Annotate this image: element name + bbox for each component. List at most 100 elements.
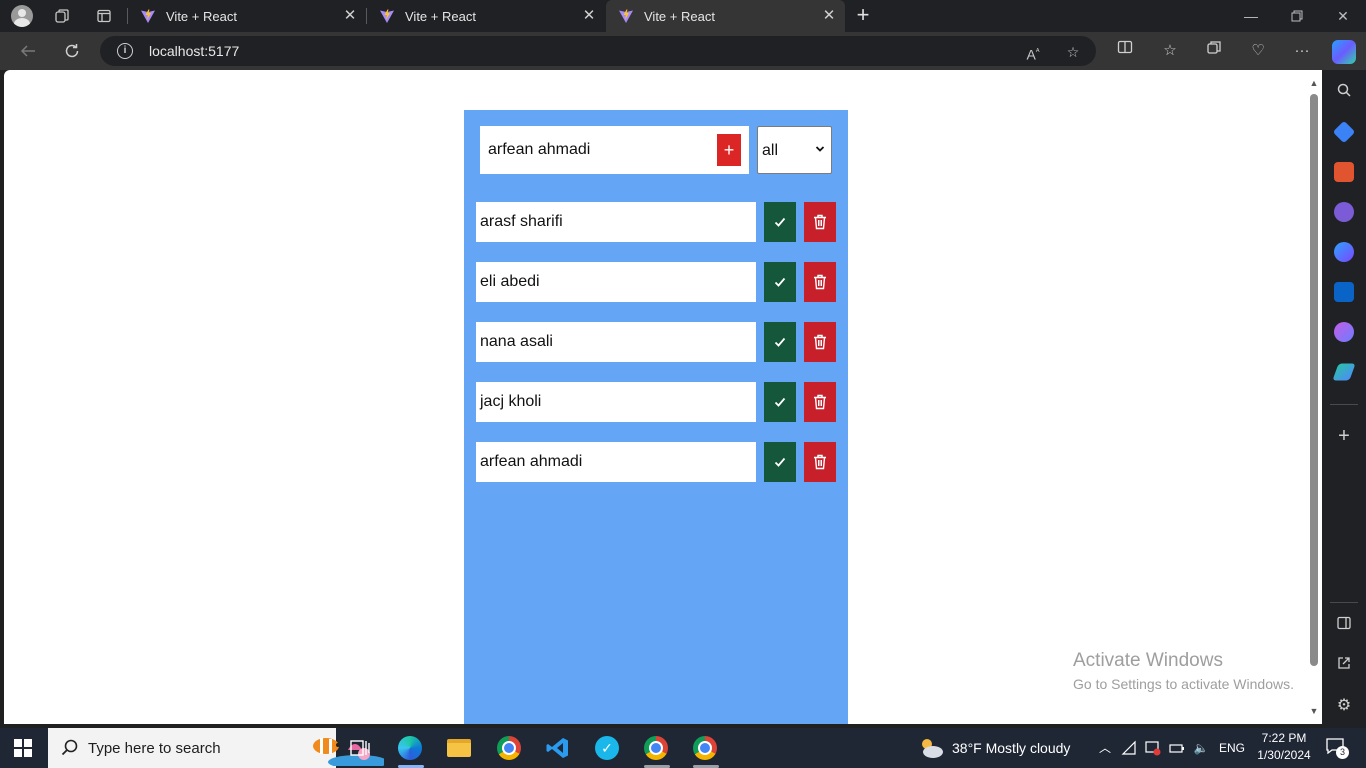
read-aloud-icon[interactable]: Aᴬ [1024,43,1042,63]
address-bar[interactable]: i localhost:5177 Aᴬ ☆ [100,36,1096,66]
delete-todo-button[interactable] [804,262,836,302]
check-icon [774,217,786,227]
vscode-icon[interactable] [544,734,572,762]
tools-icon[interactable] [1334,162,1354,182]
tab-actions-icon[interactable] [92,4,116,28]
file-explorer-icon[interactable] [445,734,473,762]
complete-todo-button[interactable] [764,382,796,422]
more-options-icon[interactable]: ··· [1290,39,1314,63]
open-external-icon[interactable] [1334,656,1354,676]
chrome-icon[interactable] [495,734,523,762]
chevron-down-icon [815,146,825,152]
todo-text: arfean ahmadi [476,442,756,482]
favorites-icon[interactable]: ☆ [1158,39,1182,63]
games-icon[interactable] [1334,202,1354,222]
delete-todo-button[interactable] [804,202,836,242]
close-window-button[interactable]: ✕ [1320,0,1366,32]
check-icon [774,457,786,467]
filter-selected-value: all [762,142,779,159]
todo-text: arasf sharifi [476,202,756,242]
battery-icon[interactable] [1169,740,1185,756]
show-hidden-icons-chevron-icon[interactable]: ︿ [1097,740,1113,756]
task-view-icon[interactable] [346,734,374,762]
new-tab-button[interactable]: + [851,4,875,28]
trash-icon [814,334,826,350]
split-screen-icon[interactable] [1113,39,1137,63]
back-button[interactable] [16,39,40,63]
designer-icon[interactable] [1334,322,1354,342]
scroll-thumb[interactable] [1310,94,1318,666]
delete-todo-button[interactable] [804,442,836,482]
drop-icon[interactable] [1332,363,1356,381]
volume-icon[interactable]: 🔈 [1193,740,1209,756]
security-warning-icon[interactable] [1145,740,1161,756]
clock[interactable]: 7:22 PM 1/30/2024 [1256,731,1312,762]
notification-center-icon[interactable]: 3 [1326,738,1349,759]
restore-button[interactable] [1274,0,1320,32]
notification-count-badge: 3 [1336,746,1349,759]
chrome-profile-2-icon[interactable] [691,734,719,762]
sidebar-search-icon[interactable] [1334,82,1354,102]
complete-todo-button[interactable] [764,442,796,482]
check-icon [774,397,786,407]
collections-icon[interactable] [1202,39,1226,63]
shopping-tag-icon[interactable] [1332,120,1356,144]
complete-todo-button[interactable] [764,262,796,302]
microsoft365-icon[interactable] [1334,242,1354,262]
scroll-down-arrow-icon[interactable]: ▼ [1309,706,1319,716]
copilot-icon[interactable] [1332,40,1356,64]
clock-date: 1/30/2024 [1257,748,1311,762]
browser-essentials-icon[interactable]: ♡ [1246,39,1270,63]
browser-tab-active[interactable]: Vite + React ✕ [606,0,845,32]
settings-gear-icon[interactable]: ⚙ [1334,696,1354,716]
weather-text[interactable]: 38°F Mostly cloudy [952,740,1070,756]
url-text[interactable]: localhost:5177 [149,43,239,59]
profile-avatar-icon[interactable] [10,4,34,28]
filter-select[interactable]: all [757,126,832,174]
chrome-profile-icon[interactable] [642,734,670,762]
network-icon[interactable] [1121,740,1137,756]
weather-cloud-icon[interactable] [917,734,945,762]
page-scrollbar[interactable]: ▲ ▼ [1306,70,1322,724]
todo-item: eli abedi [476,262,836,302]
close-tab-icon[interactable]: ✕ [821,8,837,24]
workspaces-icon[interactable] [50,4,74,28]
add-sidebar-app-icon[interactable]: + [1334,426,1354,446]
outlook-icon[interactable] [1334,282,1354,302]
vite-logo-icon [141,9,155,23]
language-indicator[interactable]: ENG [1219,741,1245,755]
minimize-button[interactable]: — [1228,0,1274,32]
tab-title: Vite + React [166,8,237,24]
delete-todo-button[interactable] [804,382,836,422]
taskbar-search[interactable]: Type here to search [48,728,384,768]
todo-item: nana asali [476,322,836,362]
browser-titlebar: Vite + React ✕ Vite + React ✕ Vite + Rea… [0,0,1366,32]
refresh-icon [65,44,79,58]
complete-todo-button[interactable] [764,322,796,362]
delete-todo-button[interactable] [804,322,836,362]
complete-todo-button[interactable] [764,202,796,242]
add-todo-button[interactable]: + [717,134,741,166]
scroll-up-arrow-icon[interactable]: ▲ [1309,78,1319,88]
clock-time: 7:22 PM [1261,731,1307,745]
add-todo-input[interactable] [488,138,708,162]
todo-text: jacj kholi [476,382,756,422]
todo-list: arasf sharifi eli abedi nana asali jacj … [476,202,836,502]
windows-start-icon[interactable] [14,739,32,757]
edge-taskbar-icon[interactable] [396,734,424,762]
vimeo-icon[interactable]: ✓ [593,734,621,762]
todo-item: arasf sharifi [476,202,836,242]
browser-tab[interactable]: Vite + React ✕ [367,0,605,32]
todo-item: arfean ahmadi [476,442,836,482]
browser-tab[interactable]: Vite + React ✕ [128,0,366,32]
close-tab-icon[interactable]: ✕ [342,8,358,24]
close-tab-icon[interactable]: ✕ [581,8,597,24]
hide-sidebar-icon[interactable] [1334,616,1354,636]
page-viewport: + all arasf sharifi eli abedi [4,70,1322,724]
site-info-icon[interactable]: i [117,43,133,59]
favorite-star-icon[interactable]: ☆ [1064,43,1082,61]
refresh-button[interactable] [60,39,84,63]
todo-text: nana asali [476,322,756,362]
watermark-title: Activate Windows [1073,650,1223,671]
vite-logo-icon [380,9,394,23]
